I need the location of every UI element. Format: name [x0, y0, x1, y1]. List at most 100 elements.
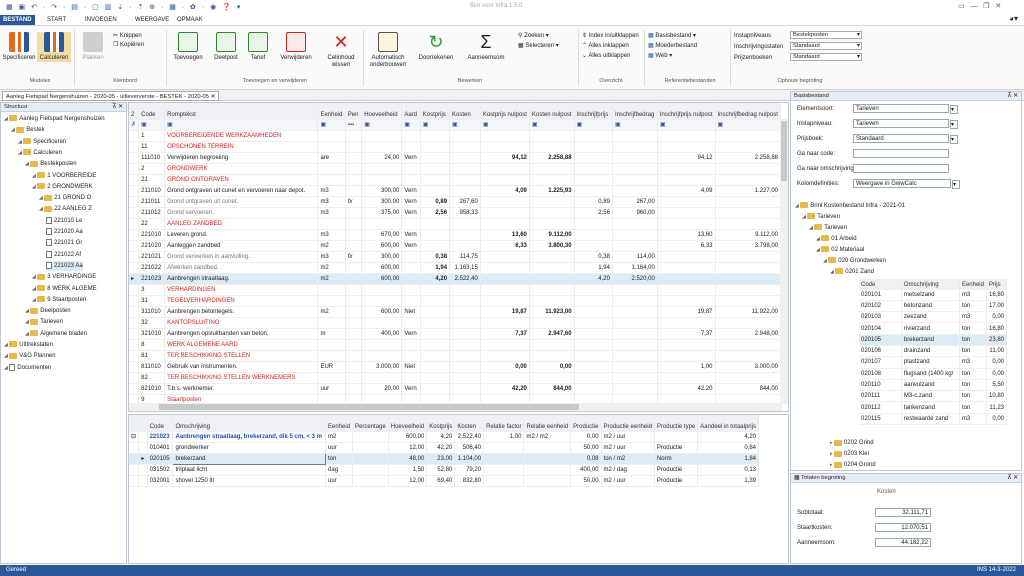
table-cell[interactable] — [352, 431, 389, 443]
table-cell[interactable] — [345, 295, 363, 307]
table-cell[interactable]: 0,00 — [570, 431, 602, 443]
table-cell[interactable] — [361, 284, 403, 296]
table-cell[interactable]: ton — [959, 368, 987, 380]
tab-document[interactable]: Aanleg Fietspad Nergenshuizen - 2020-05 … — [2, 91, 220, 101]
table-cell[interactable] — [420, 361, 451, 373]
dropdown-arrow-icon[interactable]: ▾ — [952, 180, 960, 189]
table-cell[interactable] — [529, 295, 575, 307]
table-cell[interactable]: plastzand — [901, 356, 960, 369]
table-cell[interactable]: 020108 — [859, 368, 902, 380]
table-cell[interactable]: 82 — [138, 372, 166, 384]
tree-item[interactable]: ◢ 22 AANLEG Z — [39, 204, 92, 214]
main-vertical-scrollbar[interactable] — [780, 119, 788, 404]
table-cell[interactable] — [420, 350, 451, 362]
table-cell[interactable] — [361, 174, 403, 186]
table-cell[interactable]: ton — [959, 379, 987, 392]
table-cell[interactable]: m — [317, 328, 346, 340]
table-cell[interactable] — [612, 152, 658, 164]
column-header[interactable]: Aard — [401, 103, 421, 120]
table-cell[interactable]: betonzand — [901, 300, 960, 313]
table-cell[interactable]: 19,87 — [480, 306, 530, 318]
table-cell[interactable] — [657, 251, 716, 263]
table-cell[interactable] — [657, 317, 716, 329]
table-row[interactable]: 32 KANTOPSLUITING — [129, 317, 782, 329]
table-cell[interactable]: 267,00 — [612, 196, 658, 208]
table-cell[interactable] — [449, 328, 481, 340]
table-cell[interactable] — [345, 372, 363, 384]
table-cell[interactable]: 4,20 — [426, 431, 456, 443]
tree-item[interactable]: ◢ 3 VERHARDINGE — [32, 272, 96, 282]
table-cell[interactable]: 600,00 — [361, 273, 403, 285]
column-header[interactable]: Eenheid — [959, 279, 987, 290]
table-cell[interactable]: m3 — [317, 196, 346, 208]
table-cell[interactable]: 2,56 — [420, 207, 451, 219]
table-cell[interactable] — [529, 251, 575, 263]
table-cell[interactable]: 0,89 — [574, 196, 613, 208]
table-cell[interactable]: zeezand — [901, 311, 960, 324]
table-cell[interactable] — [657, 339, 716, 351]
table-cell[interactable]: Aanbrengen opsluitbanden van beton. — [164, 328, 319, 340]
filter-field[interactable]: Tarieven ▾ — [853, 119, 958, 129]
table-cell[interactable]: 321010 — [138, 328, 166, 340]
selecteren-button[interactable]: ▦ Selecteren ▾ — [518, 42, 559, 50]
table-cell[interactable] — [420, 328, 451, 340]
table-row[interactable]: 020103 zeezand m3 0,00 — [859, 311, 1008, 324]
tree-item[interactable]: 221021 Gr — [46, 238, 82, 248]
expand-cell[interactable]: ⊟ — [129, 431, 140, 443]
table-cell[interactable] — [529, 273, 575, 285]
dropdown-arrow-icon[interactable]: ▾ — [950, 105, 958, 114]
table-cell[interactable]: 221020 — [138, 240, 166, 252]
table-cell[interactable] — [715, 218, 782, 230]
table-cell[interactable] — [715, 317, 782, 329]
column-header[interactable]: Productie type — [654, 415, 699, 432]
table-cell[interactable]: 020105 — [859, 334, 902, 346]
inschrijvingsstaten-select[interactable]: Standaard — [790, 42, 862, 50]
table-cell[interactable] — [449, 218, 481, 230]
filter-cell[interactable]: ▣ — [574, 119, 613, 131]
table-cell[interactable]: VOORBEREIDENDE WERKZAAMHEDEN — [164, 130, 319, 142]
table-row[interactable]: 21 GROND ONTGRAVEN — [129, 174, 782, 186]
table-cell[interactable] — [449, 174, 481, 186]
column-header[interactable]: Omschrijving — [901, 279, 960, 290]
table-cell[interactable] — [715, 207, 782, 219]
table-cell[interactable]: grondwerker — [172, 442, 327, 454]
filter-field[interactable]: Standaard ▾ — [853, 134, 958, 144]
table-cell[interactable]: 0,00 — [529, 361, 575, 373]
table-cell[interactable] — [612, 163, 658, 175]
table-cell[interactable] — [480, 163, 530, 175]
row-indicator[interactable] — [129, 383, 140, 395]
table-cell[interactable] — [317, 141, 346, 153]
table-cell[interactable]: 958,33 — [449, 207, 481, 219]
column-header[interactable]: Inschrijfprijs nulpost — [657, 103, 716, 120]
table-cell[interactable]: 7,37 — [657, 328, 716, 340]
table-cell[interactable]: 50,00 — [570, 475, 602, 487]
table-cell[interactable]: m2 — [317, 262, 346, 274]
table-cell[interactable]: 0,38 — [574, 251, 613, 263]
table-cell[interactable]: 1,00 — [657, 361, 716, 373]
table-cell[interactable]: 600,00 — [361, 306, 403, 318]
table-cell[interactable]: 020101 — [859, 289, 902, 301]
tree-item[interactable]: ◢ Deelposten — [25, 306, 71, 316]
table-cell[interactable] — [480, 350, 530, 362]
column-header[interactable]: Kosten — [449, 103, 481, 120]
row-indicator[interactable] — [129, 251, 140, 263]
user-icon[interactable]: ◕▾ — [1009, 14, 1018, 23]
table-cell[interactable]: 020110 — [859, 379, 902, 392]
table-cell[interactable]: 1,50 — [388, 464, 428, 476]
table-cell[interactable]: 19,87 — [657, 306, 716, 318]
table-cell[interactable]: ton — [959, 390, 987, 403]
table-cell[interactable]: 2.520,00 — [612, 273, 658, 285]
table-cell[interactable] — [420, 152, 451, 164]
table-cell[interactable]: 16,80 — [986, 289, 1008, 301]
tree-item[interactable]: ◢ Calculeren — [18, 148, 62, 158]
table-cell[interactable] — [361, 317, 403, 329]
table-cell[interactable] — [612, 361, 658, 373]
tree-item[interactable]: ◢ Uittrekstaten — [4, 340, 53, 350]
table-cell[interactable] — [574, 130, 613, 142]
table-row[interactable]: 020105 brekerzand ton 23,80 — [859, 334, 1008, 346]
table-cell[interactable] — [401, 295, 421, 307]
tree-item[interactable]: 221023 Aa — [46, 260, 83, 271]
table-cell[interactable]: 221010 — [138, 229, 166, 241]
table-cell[interactable]: brekerzand — [901, 334, 960, 346]
table-cell[interactable]: 0,00 — [986, 311, 1008, 324]
